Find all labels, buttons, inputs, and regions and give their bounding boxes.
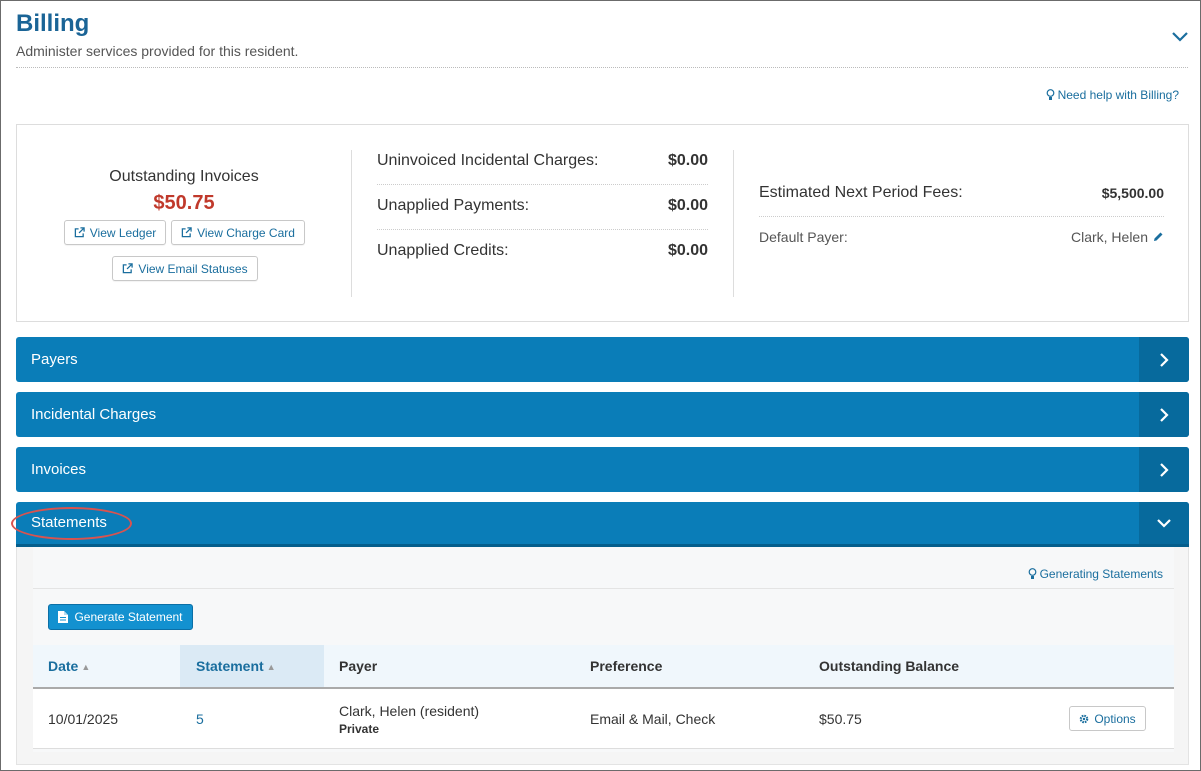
summary-divider: [733, 150, 734, 297]
column-header-statement[interactable]: Statement ▲︎: [180, 645, 324, 687]
generate-statement-label: Generate Statement: [74, 610, 183, 624]
table-header-row: Date ▲︎ Statement ▲︎ Payer Preference Outs…: [33, 645, 1174, 689]
section-incidental-charges[interactable]: Incidental Charges: [16, 392, 1189, 437]
default-payer-name: Clark, Helen: [1070, 229, 1148, 245]
statements-panel: Generating Statements Generate Statement…: [16, 547, 1189, 765]
pencil-icon[interactable]: [1152, 231, 1164, 243]
gear-icon: [1080, 714, 1089, 723]
view-ledger-button[interactable]: View Ledger: [64, 220, 166, 245]
page-subtitle: Administer services provided for this re…: [16, 43, 299, 59]
table-row: 10/01/2025 5 Clark, Helen (resident) Pri…: [33, 689, 1174, 749]
unapplied-payments-value: $0.00: [667, 197, 708, 214]
estimated-fees-row: Estimated Next Period Fees: $5,500.00: [759, 182, 1164, 204]
outstanding-invoices-label: Outstanding Invoices: [109, 168, 259, 185]
options-button[interactable]: Options: [1069, 706, 1146, 731]
chevron-right-icon[interactable]: [1139, 337, 1189, 382]
chevron-right-icon[interactable]: [1139, 392, 1189, 437]
payer-name: Clark, Helen (resident): [339, 702, 480, 719]
default-payer-label: Default Payer:: [759, 229, 848, 245]
outstanding-invoices-block: Outstanding Invoices $50.75 View Ledger …: [17, 125, 351, 321]
view-charge-card-button[interactable]: View Charge Card: [171, 220, 305, 245]
row-divider: [759, 216, 1164, 217]
cell-preference: Email & Mail, Check: [590, 711, 716, 727]
external-link-icon: [74, 227, 85, 238]
default-payer-value[interactable]: Clark, Helen: [1071, 229, 1164, 245]
lightbulb-icon: [1028, 568, 1036, 579]
unapplied-credits-label: Unapplied Credits:: [377, 242, 509, 259]
outstanding-invoices-amount: $50.75: [153, 192, 215, 214]
options-label: Options: [1094, 711, 1136, 726]
summary-divider: [351, 150, 352, 297]
column-date-label: Date: [48, 658, 79, 674]
row-divider: [377, 184, 708, 185]
chevron-right-icon[interactable]: [1139, 447, 1189, 492]
estimated-fees-label: Estimated Next Period Fees:: [759, 184, 963, 201]
uninvoiced-charges-value: $0.00: [667, 152, 708, 169]
view-ledger-label: View Ledger: [89, 225, 157, 240]
generate-statement-button[interactable]: Generate Statement: [48, 604, 193, 630]
billing-summary-panel: Outstanding Invoices $50.75 View Ledger …: [16, 124, 1189, 322]
unapplied-payments-row: Unapplied Payments: $0.00: [377, 195, 708, 217]
payer-type: Private: [339, 721, 380, 736]
estimated-fees-value: $5,500.00: [1101, 185, 1164, 201]
column-header-date[interactable]: Date ▲︎: [33, 645, 180, 687]
billing-help-link[interactable]: Need help with Billing?: [1046, 88, 1179, 102]
generating-statements-label: Generating Statements: [1039, 567, 1163, 581]
unapplied-payments-label: Unapplied Payments:: [377, 197, 530, 214]
row-divider: [377, 229, 708, 230]
view-email-statuses-button[interactable]: View Email Statuses: [112, 256, 258, 281]
statements-divider: [33, 588, 1174, 589]
statement-number-link[interactable]: 5: [196, 711, 204, 727]
cell-payer: Clark, Helen (resident) Private: [339, 689, 479, 749]
highlight-annotation: [11, 507, 132, 540]
column-header-payer: Payer: [339, 658, 378, 674]
document-icon: [58, 611, 69, 623]
section-incidental-charges-label: Incidental Charges: [31, 406, 157, 423]
column-statement-label: Statement: [196, 658, 264, 674]
section-invoices-label: Invoices: [31, 461, 87, 478]
cell-date: 10/01/2025: [48, 711, 119, 727]
chevron-down-icon[interactable]: [1170, 26, 1190, 46]
generating-statements-help-link[interactable]: Generating Statements: [1028, 567, 1163, 581]
section-statements[interactable]: Statements: [16, 502, 1189, 547]
sort-icon: ▲︎: [81, 662, 91, 672]
view-email-statuses-label: View Email Statuses: [138, 261, 248, 276]
uninvoiced-charges-label: Uninvoiced Incidental Charges:: [377, 152, 599, 169]
external-link-icon: [123, 263, 134, 274]
unapplied-credits-value: $0.00: [667, 242, 708, 259]
column-header-outstanding-balance: Outstanding Balance: [819, 658, 960, 674]
billing-help-label: Need help with Billing?: [1057, 88, 1179, 102]
section-payers[interactable]: Payers: [16, 337, 1189, 382]
uninvoiced-charges-row: Uninvoiced Incidental Charges: $0.00: [377, 150, 708, 172]
cell-statement: 5: [196, 689, 204, 749]
section-payers-label: Payers: [31, 351, 78, 368]
header-divider: [16, 67, 1188, 68]
statements-table: Date ▲︎ Statement ▲︎ Payer Preference Outs…: [33, 645, 1174, 749]
chevron-down-icon[interactable]: [1139, 502, 1189, 544]
unapplied-credits-row: Unapplied Credits: $0.00: [377, 240, 708, 262]
section-invoices[interactable]: Invoices: [16, 447, 1189, 492]
default-payer-row: Default Payer: Clark, Helen: [759, 227, 1164, 247]
page-title: Billing: [16, 10, 90, 37]
cell-outstanding-balance: $50.75: [819, 711, 862, 727]
external-link-icon: [181, 227, 192, 238]
column-header-preference: Preference: [590, 658, 663, 674]
view-charge-card-label: View Charge Card: [197, 225, 295, 240]
lightbulb-icon: [1046, 89, 1054, 100]
sort-icon: ▲︎: [266, 662, 276, 672]
